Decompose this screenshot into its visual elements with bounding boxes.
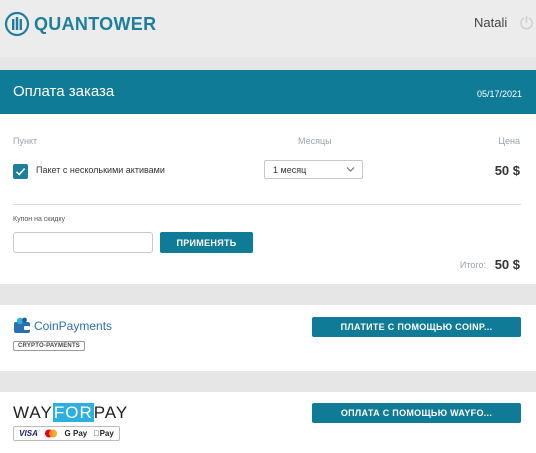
wayforpay-logo-right: PAY — [93, 403, 129, 422]
total-value: 50 $ — [494, 257, 520, 272]
page-header: Оплата заказа 05/17/2021 — [0, 70, 536, 114]
months-select[interactable]: 1 месяц — [264, 160, 363, 179]
wayforpay-logo: WAYFORPAY — [13, 403, 128, 423]
brand-name: QUANTOWER — [34, 13, 157, 34]
pay-wayforpay-button[interactable]: ОПЛАТА С ПОМОЩЬЮ WAYFO... — [312, 403, 521, 423]
wayforpay-logo-left: WAY — [13, 403, 53, 422]
checkmark-icon — [15, 167, 26, 176]
applepay-text: Pay — [98, 429, 114, 438]
page-title: Оплата заказа — [13, 83, 115, 100]
wayforpay-card: WAYFORPAY VISA G Pay Pay ОПЛАТА С ПОМОЩ… — [0, 392, 536, 453]
order-date: 05/17/2021 — [476, 89, 522, 99]
power-icon[interactable] — [519, 15, 534, 30]
coinpayments-logo: CoinPayments — [13, 317, 112, 334]
wallet-icon — [14, 317, 30, 333]
item-label: Пакет с несколькими активами — [36, 165, 165, 175]
coinpayments-name: CoinPayments — [34, 318, 113, 333]
item-checkbox[interactable] — [13, 164, 28, 179]
divider — [13, 204, 521, 205]
item-price: 50 $ — [494, 163, 520, 178]
payment-methods: VISA G Pay Pay — [13, 426, 120, 441]
order-panel: Пункт Месяцы Цена Пакет с несколькими ак… — [0, 114, 536, 284]
quantower-logo-icon — [4, 11, 30, 37]
visa-logo: VISA — [19, 429, 38, 438]
top-bar: QUANTOWER Natali — [0, 0, 536, 57]
crypto-payments-badge: CRYPTO-PAYMENTS — [13, 341, 86, 351]
total-label: Итого: — [459, 260, 486, 270]
mastercard-icon — [45, 429, 58, 438]
coupon-input[interactable] — [13, 232, 153, 253]
applepay-logo: Pay — [94, 429, 114, 438]
quantower-logo[interactable]: QUANTOWER — [4, 11, 156, 37]
column-header-price: Цена — [498, 136, 520, 146]
coinpayments-card: CoinPayments CRYPTO-PAYMENTS ПЛАТИТЕ С П… — [0, 305, 536, 371]
coupon-label: Купон на скидку — [13, 216, 65, 223]
column-header-item: Пункт — [13, 136, 38, 146]
username[interactable]: Natali — [474, 15, 507, 30]
chevron-down-icon — [346, 167, 355, 172]
gpay-logo: G Pay — [64, 429, 88, 438]
wayforpay-logo-mid: FOR — [52, 403, 94, 422]
months-select-value: 1 месяц — [273, 165, 307, 175]
apply-coupon-button[interactable]: ПРИМЕНЯТЬ — [160, 232, 253, 253]
pay-coinpayments-button[interactable]: ПЛАТИТЕ С ПОМОЩЬЮ COINP... — [312, 317, 521, 337]
column-header-months: Месяцы — [298, 136, 332, 146]
